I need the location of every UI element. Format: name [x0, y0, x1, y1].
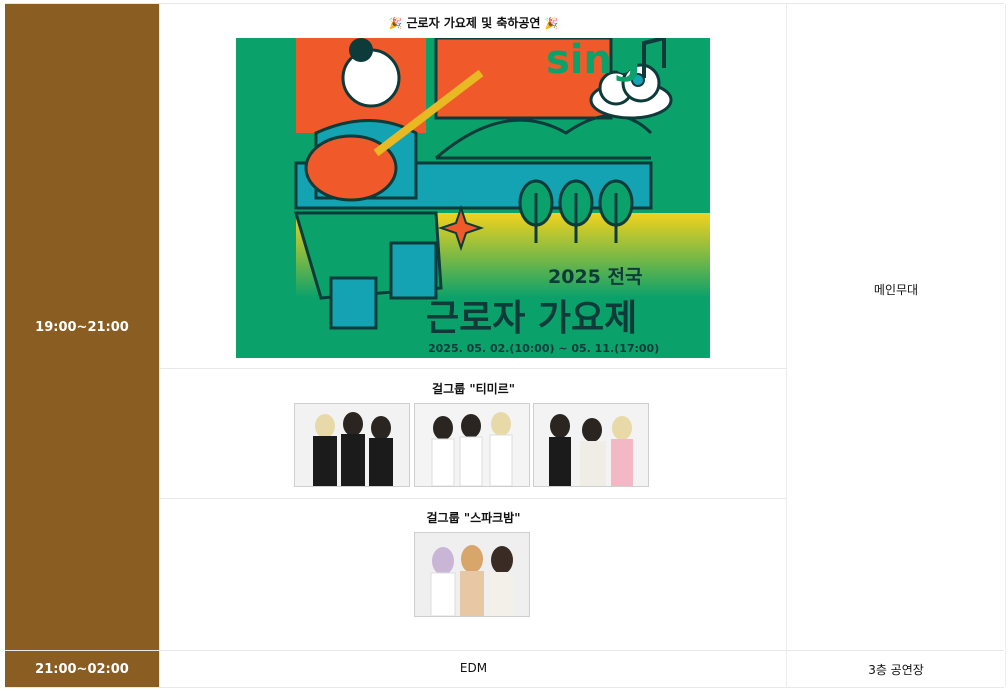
venue-cell-2: 3층 공연장 [786, 651, 1006, 687]
poster-event-name: 근로자 가요제 [426, 298, 637, 339]
venue-cell-1: 메인무대 [786, 4, 1006, 574]
program-cell-1: 🎉 근로자 가요제 및 축하공연 🎉 sing 2025 전국 근로자 가요제 … [159, 4, 787, 650]
time-cell-1: 19:00~21:00 [5, 4, 159, 650]
timir-photo-1 [294, 403, 410, 487]
section-divider [160, 498, 787, 499]
time-label: 21:00~02:00 [35, 661, 129, 677]
section-title-song-festival: 🎉 근로자 가요제 및 축하공연 🎉 [388, 16, 559, 30]
program-cell-2: EDM [159, 651, 787, 687]
sparkbomb-photo [414, 532, 530, 617]
section-divider [160, 368, 787, 369]
venue-label: 3층 공연장 [868, 662, 924, 677]
festival-poster-image: sing 2025 전국 근로자 가요제 2025. 05. 02.(10:00… [236, 38, 710, 358]
schedule-table: 19:00~21:00 🎉 근로자 가요제 및 축하공연 🎉 sing 2025… [0, 0, 1008, 691]
party-popper-icon: 🎉 [388, 17, 403, 30]
poster-year-region: 2025 전국 [548, 266, 642, 288]
venue-cell-1-continued [786, 574, 1006, 650]
poster-period: 2025. 05. 02.(10:00) ~ 05. 11.(17:00) [428, 342, 659, 355]
poster-word-sing: sing [546, 38, 641, 83]
program-edm: EDM [459, 661, 488, 675]
section-title-timir: 걸그룹 "티미르" [432, 382, 515, 396]
section-title-sparkbomb: 걸그룹 "스파크밤" [426, 511, 521, 525]
venue-label: 메인무대 [873, 282, 919, 297]
timir-photo-3 [533, 403, 649, 487]
time-cell-2: 21:00~02:00 [5, 651, 159, 687]
row-divider [5, 687, 1004, 688]
time-label: 19:00~21:00 [35, 319, 129, 335]
timir-photo-2 [414, 403, 530, 487]
party-popper-icon: 🎉 [544, 17, 559, 30]
